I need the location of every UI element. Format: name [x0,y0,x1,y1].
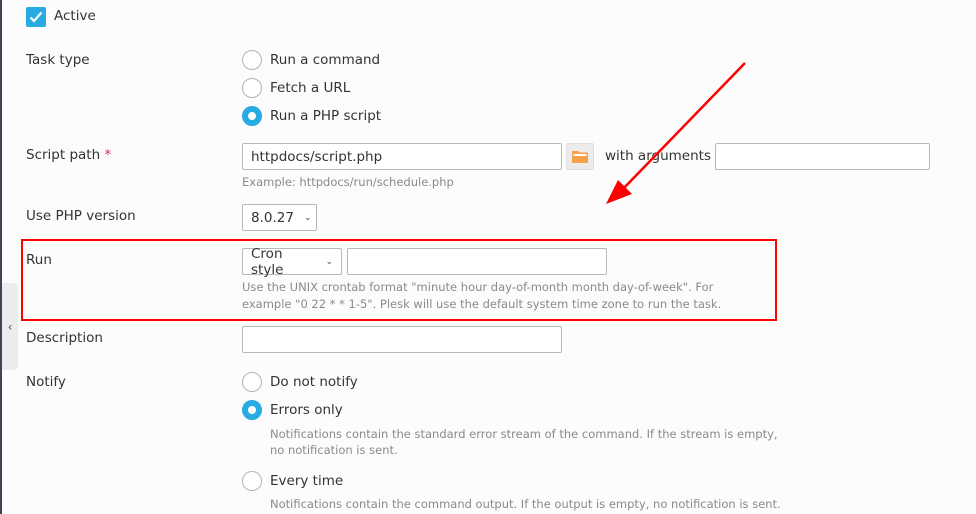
folder-icon [572,151,588,163]
run-label: Run [26,252,52,268]
notify-label: Notify [26,374,66,390]
radio-errors-only[interactable]: Errors only [242,400,343,420]
chevron-down-icon: ⌄ [325,256,333,267]
radio-circle[interactable] [242,50,262,70]
with-arguments-label: with arguments [605,148,711,164]
radio-label: Fetch a URL [270,80,351,96]
radio-fetch-url[interactable]: Fetch a URL [242,78,350,98]
radio-label: Every time [270,473,344,489]
run-hint-line1: Use the UNIX crontab format "minute hour… [242,280,714,294]
run-hint-line2: example "0 22 * * 1-5". Plesk will use t… [242,297,722,311]
script-path-input[interactable] [242,143,562,170]
script-path-label-text: Script path [26,147,101,163]
radio-label: Errors only [270,402,343,418]
radio-run-command[interactable]: Run a command [242,50,380,70]
browse-folder-button[interactable] [566,143,594,170]
every-time-hint: Notifications contain the command output… [270,497,781,511]
radio-circle[interactable] [242,372,262,392]
run-mode-select[interactable]: Cron style ⌄ [242,245,342,278]
required-marker: * [104,147,112,163]
radio-run-php-script[interactable]: Run a PHP script [242,106,381,126]
description-input[interactable] [242,326,562,353]
script-path-hint: Example: httpdocs/run/schedule.php [242,175,454,189]
php-version-select[interactable]: 8.0.27 ⌄ [242,204,317,231]
radio-label: Run a command [270,52,381,68]
left-edge [0,0,2,514]
cron-expression-input[interactable] [347,248,607,275]
php-version-value: 8.0.27 [251,209,294,226]
radio-circle-checked[interactable] [242,400,262,420]
active-checkbox[interactable] [26,7,46,27]
radio-circle-checked[interactable] [242,106,262,126]
errors-only-hint-line2: no notification is sent. [270,443,398,457]
description-label: Description [26,330,103,346]
sidebar-collapse-toggle[interactable]: ‹ [2,283,18,370]
chevron-down-icon: ⌄ [303,212,312,223]
radio-label: Run a PHP script [270,108,382,124]
chevron-left-icon: ‹ [7,319,13,334]
radio-circle[interactable] [242,78,262,98]
task-type-label: Task type [26,52,90,68]
radio-label: Do not notify [270,374,358,390]
arguments-input[interactable] [715,143,930,170]
radio-circle[interactable] [242,471,262,491]
errors-only-hint-line1: Notifications contain the standard error… [270,427,778,441]
radio-every-time[interactable]: Every time [242,471,343,491]
radio-do-not-notify[interactable]: Do not notify [242,372,358,392]
checkmark-icon [29,11,43,23]
run-mode-value: Cron style [251,245,284,278]
active-label: Active [54,8,96,24]
php-version-label: Use PHP version [26,208,136,224]
script-path-label: Script path * [26,147,111,163]
